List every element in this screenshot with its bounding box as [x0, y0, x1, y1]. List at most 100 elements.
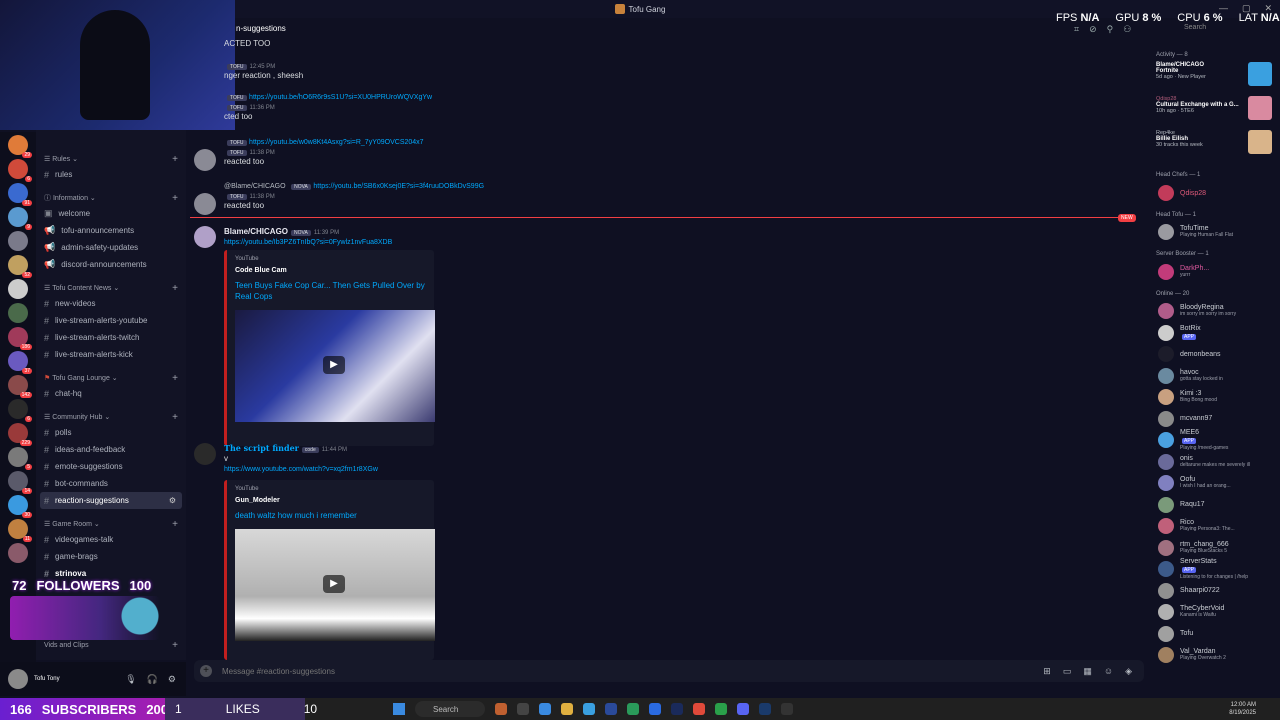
channel-rules[interactable]: # rules — [36, 166, 186, 183]
member-item[interactable]: Val_Vardan Playing Overwatch 2 — [1148, 645, 1280, 667]
channel-ideas-and-feedback[interactable]: # ideas-and-feedback — [36, 441, 186, 458]
server-icon[interactable]: 229 — [8, 423, 32, 446]
member-item[interactable]: Qdisp28 — [1148, 182, 1280, 204]
server-icon[interactable] — [8, 279, 28, 299]
category-rules[interactable]: ☰ Rules ⌄ + — [36, 152, 186, 166]
category-information[interactable]: ⓘ Information ⌄ + — [36, 191, 186, 205]
channel-videogames-talk[interactable]: # videogames-talk — [36, 531, 186, 548]
member-item[interactable]: Shaarpi0722 — [1148, 580, 1280, 602]
server-icon[interactable] — [8, 231, 28, 251]
channel-live-stream-alerts-youtube[interactable]: # live-stream-alerts-youtube — [36, 312, 186, 329]
embed-title[interactable]: Teen Buys Fake Cop Car... Then Gets Pull… — [235, 280, 426, 302]
member-item[interactable]: TofuTime Playing Human Fall Flat — [1148, 222, 1280, 244]
search-input[interactable]: Search — [1184, 24, 1206, 31]
member-item[interactable]: DarkPh... yurrr — [1148, 261, 1280, 283]
app-icon[interactable] — [715, 703, 727, 715]
member-item[interactable]: onis deltarune makes me severely ill — [1148, 451, 1280, 473]
add-channel-icon[interactable]: + — [172, 283, 178, 294]
message-link[interactable]: https://youtu.be/hO6R6r9sS1U?si=XU0HPRUr… — [249, 94, 432, 101]
chrome-icon[interactable] — [693, 703, 705, 715]
channel-live-stream-alerts-twitch[interactable]: # live-stream-alerts-twitch — [36, 329, 186, 346]
emoji-icon[interactable]: ☺ — [1104, 666, 1113, 677]
add-channel-icon[interactable]: + — [172, 412, 178, 423]
server-icon[interactable]: 14 — [8, 471, 32, 494]
member-item[interactable]: mcvann97 — [1148, 408, 1280, 430]
play-icon[interactable]: ▶ — [323, 356, 345, 374]
category-tofu-content-news[interactable]: ☰ Tofu Content News ⌄ + — [36, 281, 186, 295]
add-channel-icon[interactable]: + — [172, 193, 178, 204]
close-icon[interactable]: ✕ — [1264, 3, 1272, 14]
channel-live-stream-alerts-kick[interactable]: # live-stream-alerts-kick — [36, 346, 186, 363]
app-icon[interactable] — [495, 703, 507, 715]
add-channel-icon[interactable]: + — [172, 519, 178, 530]
category-game-room[interactable]: ☰ Game Room ⌄ + — [36, 517, 186, 531]
add-channel-icon[interactable]: + — [172, 640, 178, 651]
app-icon[interactable] — [517, 703, 529, 715]
add-channel-icon[interactable]: + — [172, 154, 178, 165]
channel-reaction-suggestions[interactable]: # reaction-suggestions ⚙ — [40, 492, 182, 509]
channel-settings-icon[interactable]: ⚙ — [169, 496, 176, 505]
app-icon[interactable] — [649, 703, 661, 715]
member-item[interactable]: TheCyberVoid Kanami is Waifu — [1148, 602, 1280, 624]
folder-icon[interactable] — [561, 703, 573, 715]
avatar[interactable] — [194, 443, 216, 465]
message-link[interactable]: https://youtu.be/Ib3PZ6TnIbQ?si=0Fywlz1n… — [224, 239, 392, 246]
username[interactable]: The script finder — [224, 443, 299, 453]
member-item[interactable]: demonbeans — [1148, 344, 1280, 366]
video-thumbnail[interactable]: ▶ — [235, 529, 435, 641]
member-item[interactable]: Rico Playing Persona3: The... — [1148, 516, 1280, 538]
gear-icon[interactable]: ⚙ — [168, 674, 176, 685]
embed-author[interactable]: Gun_Modeler — [235, 497, 426, 504]
add-channel-icon[interactable]: + — [172, 373, 178, 384]
activity-card[interactable]: Rep4ke Billie Eilish 30 tracks this week — [1148, 130, 1280, 164]
channel-game-brags[interactable]: # game-brags — [36, 548, 186, 565]
app-icon[interactable] — [539, 703, 551, 715]
member-item[interactable]: MEE6 APP Playing /meed-games — [1148, 429, 1280, 452]
taskbar-search[interactable]: Search — [415, 701, 485, 717]
server-icon[interactable]: 30 — [8, 495, 32, 518]
server-icon[interactable] — [8, 543, 28, 563]
microphone-icon[interactable]: 🎙 — [125, 674, 136, 685]
member-item[interactable]: BotRix APP — [1148, 322, 1280, 344]
channel-emote-suggestions[interactable]: # emote-suggestions — [36, 458, 186, 475]
message-input[interactable] — [222, 666, 1022, 676]
activity-card[interactable]: Qdisp28 Cultural Exchange with a G... 10… — [1148, 96, 1280, 130]
sticker-icon[interactable]: ▦ — [1083, 666, 1092, 677]
server-icon[interactable] — [8, 303, 28, 323]
app-icon[interactable] — [605, 703, 617, 715]
message-link[interactable]: https://youtu.be/SB6x0Ksej0E?si=3f4ruuDO… — [313, 183, 484, 190]
edge-icon[interactable] — [583, 703, 595, 715]
server-icon[interactable]: 11 — [8, 519, 32, 542]
avatar[interactable] — [194, 226, 216, 248]
server-icon[interactable]: 52 — [8, 255, 32, 278]
server-icon[interactable]: 186 — [8, 327, 32, 350]
member-item[interactable]: Raqu17 — [1148, 494, 1280, 516]
channel-polls[interactable]: # polls — [36, 424, 186, 441]
app-icon[interactable] — [671, 703, 683, 715]
channel-admin-safety-updates[interactable]: 📢 admin-safety-updates — [36, 239, 186, 256]
avatar[interactable] — [194, 193, 216, 215]
server-icon[interactable]: 6 — [8, 159, 32, 182]
system-clock[interactable]: 12:00 AM 8/19/2025 — [1229, 701, 1256, 717]
maximize-icon[interactable]: ▢ — [1242, 3, 1251, 14]
headphones-icon[interactable]: 🎧 — [147, 674, 158, 685]
apps-icon[interactable]: ◈ — [1125, 666, 1132, 677]
steam-icon[interactable] — [759, 703, 771, 715]
member-item[interactable]: Kimi :3 Bing Bong mood — [1148, 387, 1280, 409]
member-item[interactable]: ServerStats APP Listening to for changes |… — [1148, 558, 1280, 581]
play-icon[interactable]: ▶ — [323, 575, 345, 593]
embed-author[interactable]: Code Blue Cam — [235, 267, 426, 274]
gif-icon[interactable]: ▭ — [1063, 666, 1072, 677]
member-item[interactable]: rtm_chang_666 Playing BlueStacks 5 — [1148, 537, 1280, 559]
attach-button[interactable]: + — [200, 665, 212, 677]
embed-title[interactable]: death waltz how much i remember — [235, 510, 426, 521]
category-tofu-gang-lounge[interactable]: ⚑ Tofu Gang Lounge ⌄ + — [36, 371, 186, 385]
server-icon[interactable]: 91 — [8, 183, 32, 206]
minimize-icon[interactable]: — — [1219, 3, 1228, 14]
reply-mention[interactable]: @Blame/CHICAGO — [224, 183, 286, 190]
message-link[interactable]: https://youtu.be/w0w8Kt4Asxg?si=R_7yY09O… — [249, 139, 424, 146]
server-icon[interactable]: 5 — [8, 447, 32, 470]
channel-tofu-announcements[interactable]: 📢 tofu-announcements — [36, 222, 186, 239]
category-vids-and-clips[interactable]: Vids and Clips + — [36, 638, 186, 652]
gift-icon[interactable]: ⊞ — [1043, 666, 1051, 677]
